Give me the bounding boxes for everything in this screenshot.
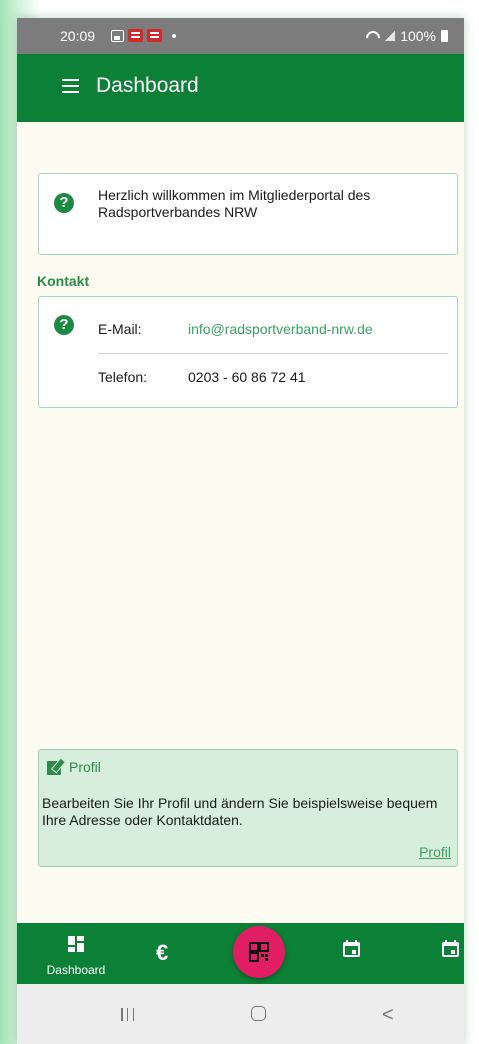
menu-icon[interactable]	[62, 79, 79, 93]
help-icon: ?	[54, 315, 74, 335]
nav-dashboard-label: Dashboard	[46, 963, 106, 977]
profile-card: Profil Bearbeiten Sie Ihr Profil und änd…	[38, 749, 458, 867]
profile-link[interactable]: Profil	[419, 844, 451, 860]
qr-scan-icon	[249, 942, 269, 962]
phone-value: 0203 - 60 86 72 41	[188, 369, 306, 385]
help-icon: ?	[54, 193, 74, 213]
battery-percent: 100%	[400, 28, 436, 44]
email-link[interactable]: info@radsportverband-nrw.de	[188, 321, 373, 337]
home-button[interactable]	[251, 1006, 266, 1021]
welcome-text: Herzlich willkommen im Mitgliederportal …	[98, 187, 371, 220]
euro-icon: €	[156, 940, 169, 965]
page-title: Dashboard	[96, 74, 199, 97]
profile-card-header: Profil	[47, 757, 101, 775]
more-notifications-icon	[172, 33, 176, 38]
scan-button[interactable]	[233, 926, 285, 978]
phone-label: Telefon:	[98, 369, 148, 385]
calendar-icon[interactable]	[343, 940, 360, 957]
email-label: E-Mail:	[98, 321, 142, 337]
dashboard-icon	[68, 936, 84, 952]
back-button[interactable]: <	[382, 1004, 394, 1027]
divider	[98, 353, 448, 354]
welcome-card: ? Herzlich willkommen im Mitgliederporta…	[38, 173, 458, 255]
nav-payments[interactable]: €	[154, 923, 184, 984]
phone-screen: 20:09 100% Dashboard ? Herzlich willkomm…	[17, 18, 464, 1044]
contact-card: ? E-Mail: info@radsportverband-nrw.de Te…	[38, 296, 458, 408]
profile-card-text: Bearbeiten Sie Ihr Profil und ändern Sie…	[42, 795, 438, 828]
wifi-icon	[366, 31, 380, 41]
app-bar: Dashboard	[17, 54, 464, 122]
system-navigation-bar: <	[17, 984, 464, 1044]
edit-icon	[47, 757, 67, 775]
gallery-notification-icon	[111, 29, 124, 42]
recent-apps-button[interactable]	[121, 1008, 134, 1021]
profile-card-title: Profil	[69, 758, 101, 775]
status-bar: 20:09 100%	[17, 18, 464, 54]
calendar-icon[interactable]	[442, 940, 459, 957]
app-notification-icon	[147, 29, 162, 42]
contact-section-label: Kontakt	[37, 273, 90, 289]
signal-icon	[385, 31, 396, 41]
nav-dashboard[interactable]: Dashboard	[29, 923, 123, 984]
battery-icon	[441, 30, 448, 42]
status-right: 100%	[366, 28, 448, 44]
notification-icons	[111, 29, 176, 42]
status-time: 20:09	[60, 28, 96, 44]
app-notification-icon	[128, 29, 143, 42]
